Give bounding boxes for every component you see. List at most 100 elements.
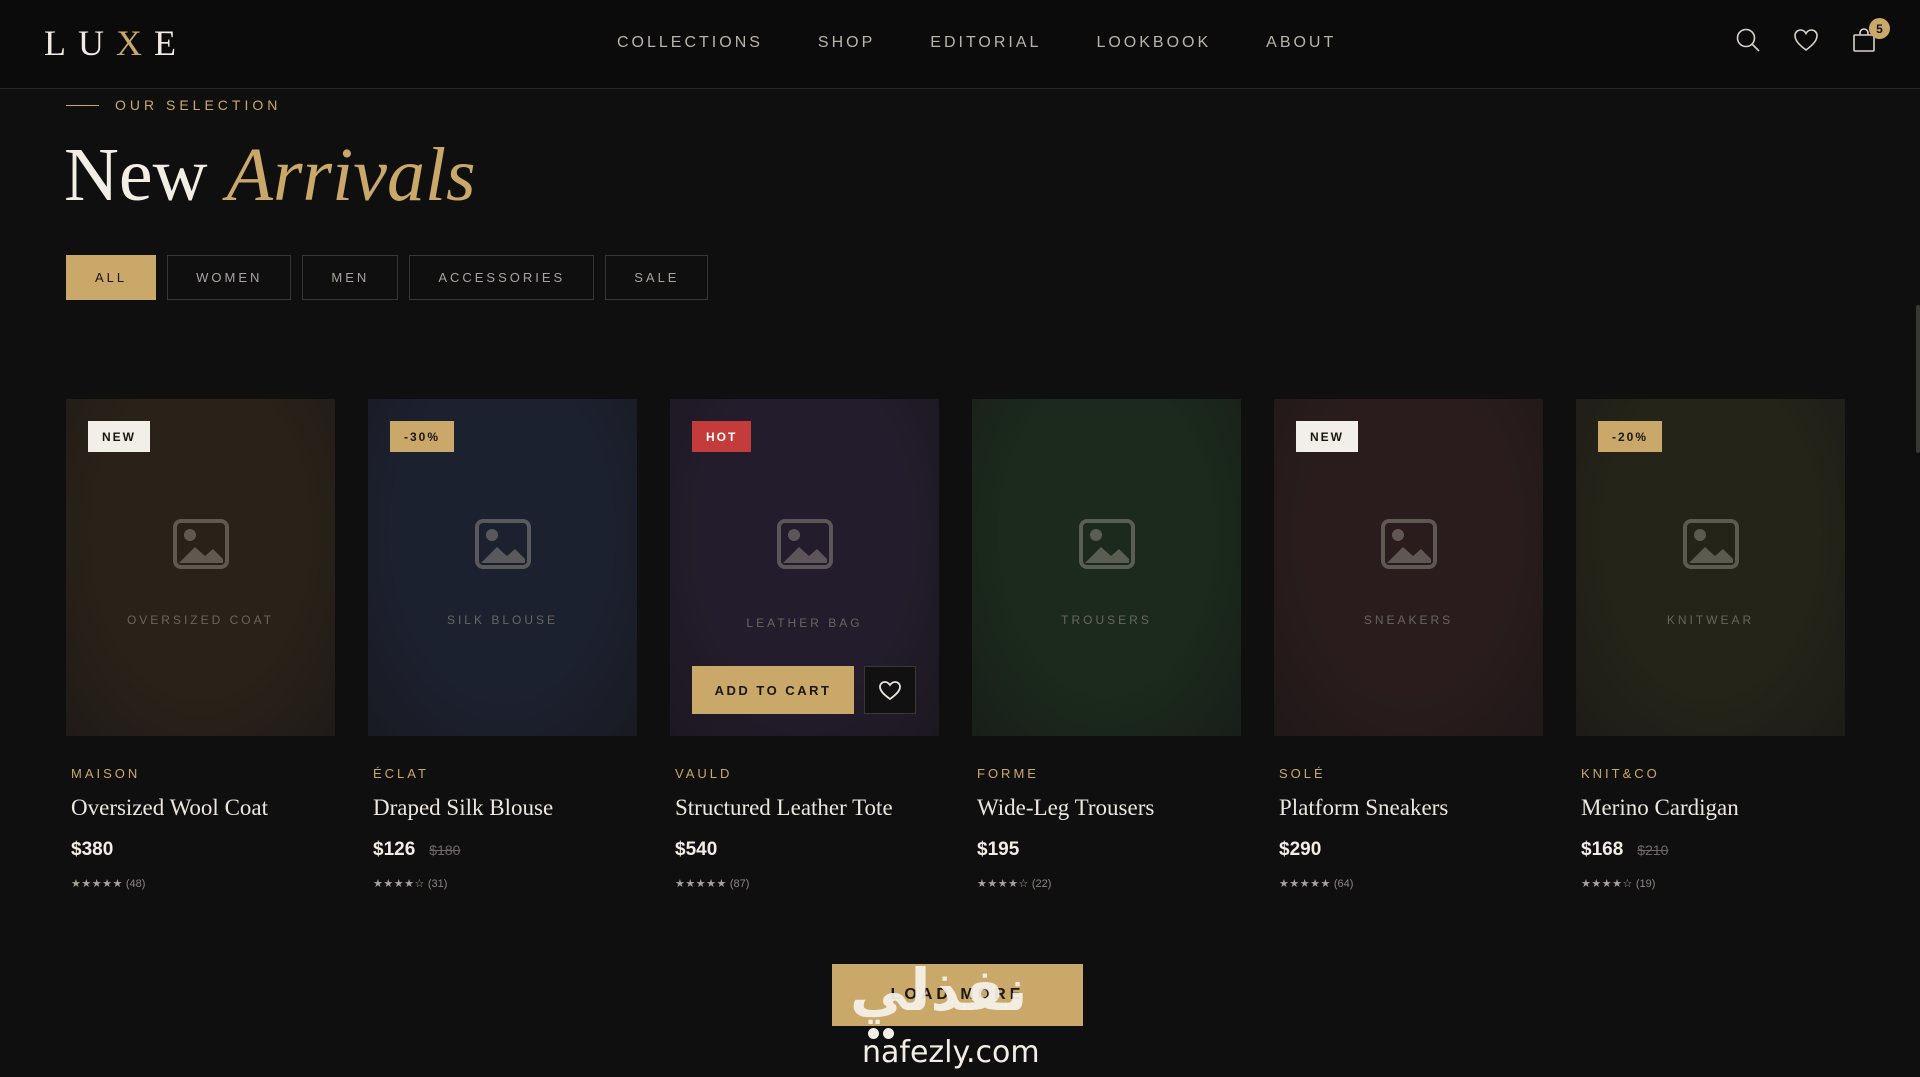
product-name[interactable]: Structured Leather Tote: [675, 795, 939, 821]
filter-all[interactable]: ALL: [66, 255, 157, 300]
product-badge: -30%: [390, 421, 455, 452]
image-placeholder-label: OVERSIZED COAT: [126, 613, 275, 627]
filter-accessories[interactable]: ACCESSORIES: [409, 255, 595, 300]
product-prices: $195: [977, 839, 1241, 861]
product-image[interactable]: -20% KNITWEAR: [1576, 399, 1845, 736]
heart-icon: [879, 681, 901, 701]
watermark-arabic: نفذلي: [850, 956, 1028, 1024]
filter-women[interactable]: WOMEN: [167, 255, 292, 300]
logo-text-end: E: [154, 23, 188, 63]
product-brand: KNIT&CO: [1581, 766, 1660, 781]
nav-editorial[interactable]: EDITORIAL: [930, 34, 1041, 52]
eyebrow-line: [66, 104, 99, 106]
product-card-3[interactable]: HOT LEATHER BAG ADD TO CART VAULD Struct…: [670, 399, 939, 890]
product-price: $168: [1581, 839, 1624, 860]
product-brand: MAISON: [71, 766, 141, 781]
review-count: (22): [1031, 878, 1052, 890]
cart-count-badge: 5: [1869, 18, 1890, 39]
product-name[interactable]: Merino Cardigan: [1581, 795, 1845, 821]
product-name[interactable]: Draped Silk Blouse: [373, 795, 637, 821]
watermark-url: nafezly.com: [862, 1035, 1040, 1070]
product-name[interactable]: Platform Sneakers: [1279, 795, 1543, 821]
product-prices: $380: [71, 839, 335, 861]
filter-sale[interactable]: SALE: [605, 255, 709, 300]
product-badge: NEW: [88, 421, 150, 452]
rating-stars-icon: ★★★★☆: [373, 878, 425, 890]
product-image[interactable]: -30% SILK BLOUSE: [368, 399, 637, 736]
product-card-2[interactable]: -30% SILK BLOUSE ÉCLAT Draped Silk Blous…: [368, 399, 637, 890]
scrollbar-thumb[interactable]: [1916, 305, 1920, 453]
rating-stars-icon: ★★★★★: [1279, 878, 1331, 890]
product-price: $290: [1279, 839, 1322, 860]
product-image[interactable]: HOT LEATHER BAG ADD TO CART: [670, 399, 939, 736]
image-placeholder-icon: [1079, 519, 1135, 569]
product-rating: ★★★★★ (48): [71, 877, 335, 890]
product-image[interactable]: NEW SNEAKERS: [1274, 399, 1543, 736]
brand-logo[interactable]: LUXE: [44, 22, 188, 64]
product-price: $380: [71, 839, 114, 860]
product-image[interactable]: TROUSERS: [972, 399, 1241, 736]
product-badge: -20%: [1598, 421, 1663, 452]
product-old-price: $180: [429, 842, 461, 858]
product-brand: SOLÉ: [1279, 766, 1326, 781]
image-placeholder-label: KNITWEAR: [1666, 613, 1755, 627]
product-brand: FORME: [977, 766, 1039, 781]
product-name[interactable]: Wide-Leg Trousers: [977, 795, 1241, 821]
card-wishlist-button[interactable]: [864, 666, 916, 714]
product-prices: $126 $180: [373, 839, 637, 861]
product-badge: NEW: [1296, 421, 1358, 452]
product-rating: ★★★★☆ (22): [977, 877, 1241, 890]
image-placeholder-label: SNEAKERS: [1363, 613, 1454, 627]
product-card-4[interactable]: TROUSERS FORME Wide-Leg Trousers $195 ★★…: [972, 399, 1241, 890]
product-card-1[interactable]: NEW OVERSIZED COAT MAISON Oversized Wool…: [66, 399, 335, 890]
image-placeholder-icon: [475, 519, 531, 569]
product-rating: ★★★★☆ (19): [1581, 877, 1845, 890]
product-price: $126: [373, 839, 416, 860]
product-brand: VAULD: [675, 766, 733, 781]
add-to-cart-button[interactable]: ADD TO CART: [692, 666, 854, 714]
product-old-price: $210: [1637, 842, 1669, 858]
eyebrow-text: OUR SELECTION: [115, 97, 282, 113]
cart-button[interactable]: 5: [1850, 18, 1890, 56]
nav-collections[interactable]: COLLECTIONS: [617, 34, 763, 52]
product-prices: $290: [1279, 839, 1543, 861]
image-placeholder-label: TROUSERS: [1061, 613, 1152, 627]
product-grid: NEW OVERSIZED COAT MAISON Oversized Wool…: [66, 399, 1845, 890]
rating-stars-icon: ★★★★★: [675, 878, 727, 890]
image-placeholder-label: SILK BLOUSE: [446, 613, 559, 627]
wishlist-button[interactable]: [1792, 26, 1822, 56]
product-badge: HOT: [692, 421, 752, 452]
top-navigation-bar: LUXE COLLECTIONS SHOP EDITORIAL LOOKBOOK…: [0, 0, 1920, 89]
rating-stars-icon: ★★★★☆: [977, 878, 1029, 890]
nav-about[interactable]: ABOUT: [1266, 34, 1336, 52]
search-icon: [1736, 28, 1760, 52]
rating-stars-icon: ★★★★☆: [1581, 878, 1633, 890]
review-count: (48): [125, 878, 146, 890]
filter-men[interactable]: MEN: [302, 255, 399, 300]
product-prices: $540: [675, 839, 939, 861]
image-placeholder-icon: [173, 519, 229, 569]
image-placeholder-icon: [777, 519, 833, 569]
nav-shop[interactable]: SHOP: [818, 34, 875, 52]
title-accent: Arrivals: [226, 133, 476, 217]
product-name[interactable]: Oversized Wool Coat: [71, 795, 335, 821]
header-icons: 5: [1734, 18, 1890, 56]
category-filters: ALL WOMEN MEN ACCESSORIES SALE: [66, 255, 709, 300]
card-hover-actions: ADD TO CART: [692, 666, 916, 714]
logo-text-start: LU: [44, 23, 116, 63]
nav-lookbook[interactable]: LOOKBOOK: [1096, 34, 1211, 52]
product-rating: ★★★★★ (64): [1279, 877, 1543, 890]
product-card-6[interactable]: -20% KNITWEAR KNIT&CO Merino Cardigan $1…: [1576, 399, 1845, 890]
product-image[interactable]: NEW OVERSIZED COAT: [66, 399, 335, 736]
review-count: (19): [1635, 878, 1656, 890]
review-count: (87): [729, 878, 750, 890]
main-nav: COLLECTIONS SHOP EDITORIAL LOOKBOOK ABOU…: [617, 34, 1391, 52]
product-price: $195: [977, 839, 1020, 860]
logo-text-accent: X: [116, 23, 154, 63]
search-button[interactable]: [1734, 26, 1764, 56]
product-rating: ★★★★★ (87): [675, 877, 939, 890]
image-placeholder-icon: [1683, 519, 1739, 569]
product-card-5[interactable]: NEW SNEAKERS SOLÉ Platform Sneakers $290…: [1274, 399, 1543, 890]
section-eyebrow: OUR SELECTION: [66, 97, 281, 113]
product-prices: $168 $210: [1581, 839, 1845, 861]
